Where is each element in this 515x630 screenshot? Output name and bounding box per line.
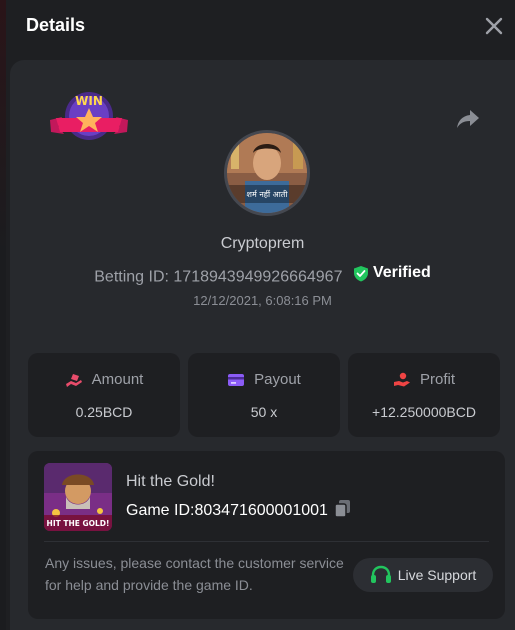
stat-amount-label: Amount — [91, 371, 144, 388]
win-badge-icon: WIN — [48, 90, 130, 148]
game-name: Hit the Gold! — [126, 473, 215, 490]
shield-check-icon — [353, 265, 368, 281]
copy-icon[interactable] — [334, 499, 352, 523]
help-text: Any issues, please contact the customer … — [45, 555, 344, 593]
game-info-panel: HIT THE GOLD! Hit the Gold! Game ID: 803… — [28, 451, 505, 619]
bet-details-card: WIN शर्म नहीं आती Cryptoprem Betting ID:… — [10, 60, 515, 630]
game-id-line: Game ID: 803471600001001 — [126, 499, 352, 523]
stat-profit: Profit +12.250000BCD — [348, 353, 500, 437]
profit-hand-icon — [393, 372, 410, 386]
stat-payout-label: Payout — [254, 371, 301, 388]
stat-payout-value: 50 x — [250, 404, 278, 420]
modal-title: Details — [26, 15, 86, 35]
avatar: शर्म नहीं आती — [224, 130, 310, 216]
modal-header: Details — [6, 0, 515, 56]
stat-profit-label: Profit — [419, 371, 455, 388]
amount-icon — [65, 373, 82, 387]
username: Cryptoprem — [220, 235, 305, 252]
stat-amount-value: 0.25BCD — [75, 404, 133, 420]
betting-id-value: 1718943949926664967 — [173, 268, 343, 286]
close-icon[interactable] — [482, 14, 506, 38]
bet-datetime: 12/12/2021, 6:08:16 PM — [193, 293, 332, 308]
verified-badge: Verified — [353, 264, 431, 282]
stat-payout: Payout 50 x — [188, 353, 340, 437]
betting-id-label: Betting ID: — [94, 268, 169, 286]
stat-amount: Amount 0.25BCD — [28, 353, 180, 437]
live-support-button[interactable]: Live Support — [353, 558, 493, 592]
stat-profit-value: +12.250000BCD — [372, 404, 476, 420]
headset-icon — [370, 565, 391, 583]
details-modal: Details WIN शर्म नहीं आती Cryptoprem Bet… — [6, 0, 515, 630]
win-badge-text: WIN — [75, 94, 103, 108]
betting-id-line: Betting ID: 1718943949926664967 Verified — [10, 264, 515, 287]
game-id-value: 803471600001001 — [194, 502, 328, 519]
divider — [44, 541, 489, 542]
share-icon[interactable] — [456, 108, 480, 130]
avatar-caption: शर्म नहीं आती — [247, 189, 289, 199]
game-thumb-text: HIT THE GOLD! — [47, 519, 110, 528]
payout-card-icon — [228, 373, 245, 386]
verified-label: Verified — [372, 264, 431, 281]
game-thumbnail[interactable]: HIT THE GOLD! — [44, 463, 112, 531]
live-support-label: Live Support — [397, 567, 477, 583]
game-id-label: Game ID: — [126, 502, 195, 519]
